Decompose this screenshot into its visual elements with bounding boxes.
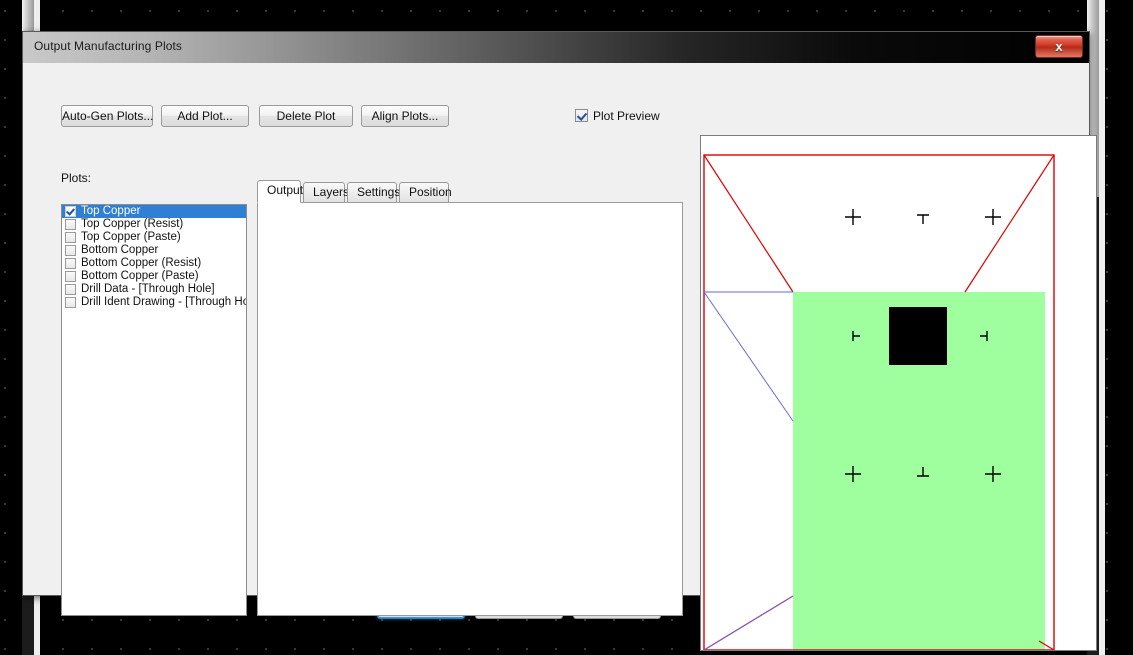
plot-item-label: Top Copper — [81, 205, 141, 217]
delete-plot-button[interactable]: Delete Plot — [259, 105, 353, 127]
plot-item-checkbox[interactable] — [65, 219, 76, 230]
plot-item-checkbox[interactable] — [65, 245, 76, 256]
plot-preview-checkbox[interactable] — [575, 109, 588, 122]
auto-gen-plots-button[interactable]: Auto-Gen Plots... — [61, 105, 153, 127]
desktop-background: Output Manufacturing Plots x Auto-Gen Pl… — [0, 0, 1133, 655]
plots-list[interactable]: Top Copper Top Copper (Resist) Top Copper … — [61, 204, 247, 616]
plot-preview-panel[interactable] — [700, 135, 1097, 651]
tab-settings[interactable]: Settings — [347, 182, 400, 203]
plot-item-checkbox[interactable] — [65, 258, 76, 269]
plot-item-label: Top Copper (Resist) — [81, 218, 184, 230]
dialog-titlebar[interactable]: Output Manufacturing Plots x — [23, 32, 1089, 64]
close-icon: x — [1055, 39, 1063, 54]
plot-item-label: Bottom Copper — [81, 244, 159, 256]
plot-item-checkbox[interactable] — [65, 271, 76, 282]
align-plots-button[interactable]: Align Plots... — [361, 105, 449, 127]
plot-list-item[interactable]: Bottom Copper (Paste) — [62, 270, 246, 283]
plot-list-item[interactable]: Top Copper — [62, 205, 246, 218]
dialog-client-area: Auto-Gen Plots... Add Plot... Delete Plo… — [23, 63, 1097, 651]
plot-item-label: Bottom Copper (Resist) — [81, 257, 202, 269]
dialog-title: Output Manufacturing Plots — [34, 39, 183, 53]
plot-preview-artwork — [701, 136, 1096, 650]
background-window-right-edge — [1099, 0, 1105, 655]
plot-item-label: Top Copper (Paste) — [81, 231, 181, 243]
add-plot-button[interactable]: Add Plot... — [161, 105, 249, 127]
tab-position[interactable]: Position — [399, 182, 452, 203]
copper-pad — [889, 307, 947, 365]
close-button[interactable]: x — [1035, 35, 1083, 58]
plot-item-label: Drill Data - [Through Hole] — [81, 283, 215, 295]
plot-list-item[interactable]: Top Copper (Paste) — [62, 231, 246, 244]
plot-item-checkbox[interactable] — [65, 284, 76, 295]
plot-preview-label: Plot Preview — [593, 109, 660, 123]
plot-list-item[interactable]: Bottom Copper — [62, 244, 246, 257]
tab-panel-output — [257, 202, 683, 616]
plot-list-item[interactable]: Top Copper (Resist) — [62, 218, 246, 231]
plot-item-checkbox[interactable] — [65, 297, 76, 308]
output-manufacturing-plots-dialog: Output Manufacturing Plots x Auto-Gen Pl… — [22, 31, 1097, 651]
plot-item-label: Drill Ident Drawing - [Through Hole] — [81, 296, 247, 308]
plot-item-checkbox[interactable] — [65, 232, 76, 243]
plot-list-item[interactable]: Drill Data - [Through Hole] — [62, 283, 246, 296]
plot-list-item[interactable]: Bottom Copper (Resist) — [62, 257, 246, 270]
plot-item-checkbox[interactable] — [65, 206, 76, 217]
plot-item-label: Bottom Copper (Paste) — [81, 270, 199, 282]
plots-list-label: Plots: — [61, 171, 92, 185]
plot-list-item[interactable]: Drill Ident Drawing - [Through Hole] — [62, 296, 246, 309]
tab-layers[interactable]: Layers — [303, 182, 349, 203]
tab-output[interactable]: Output — [257, 180, 303, 203]
